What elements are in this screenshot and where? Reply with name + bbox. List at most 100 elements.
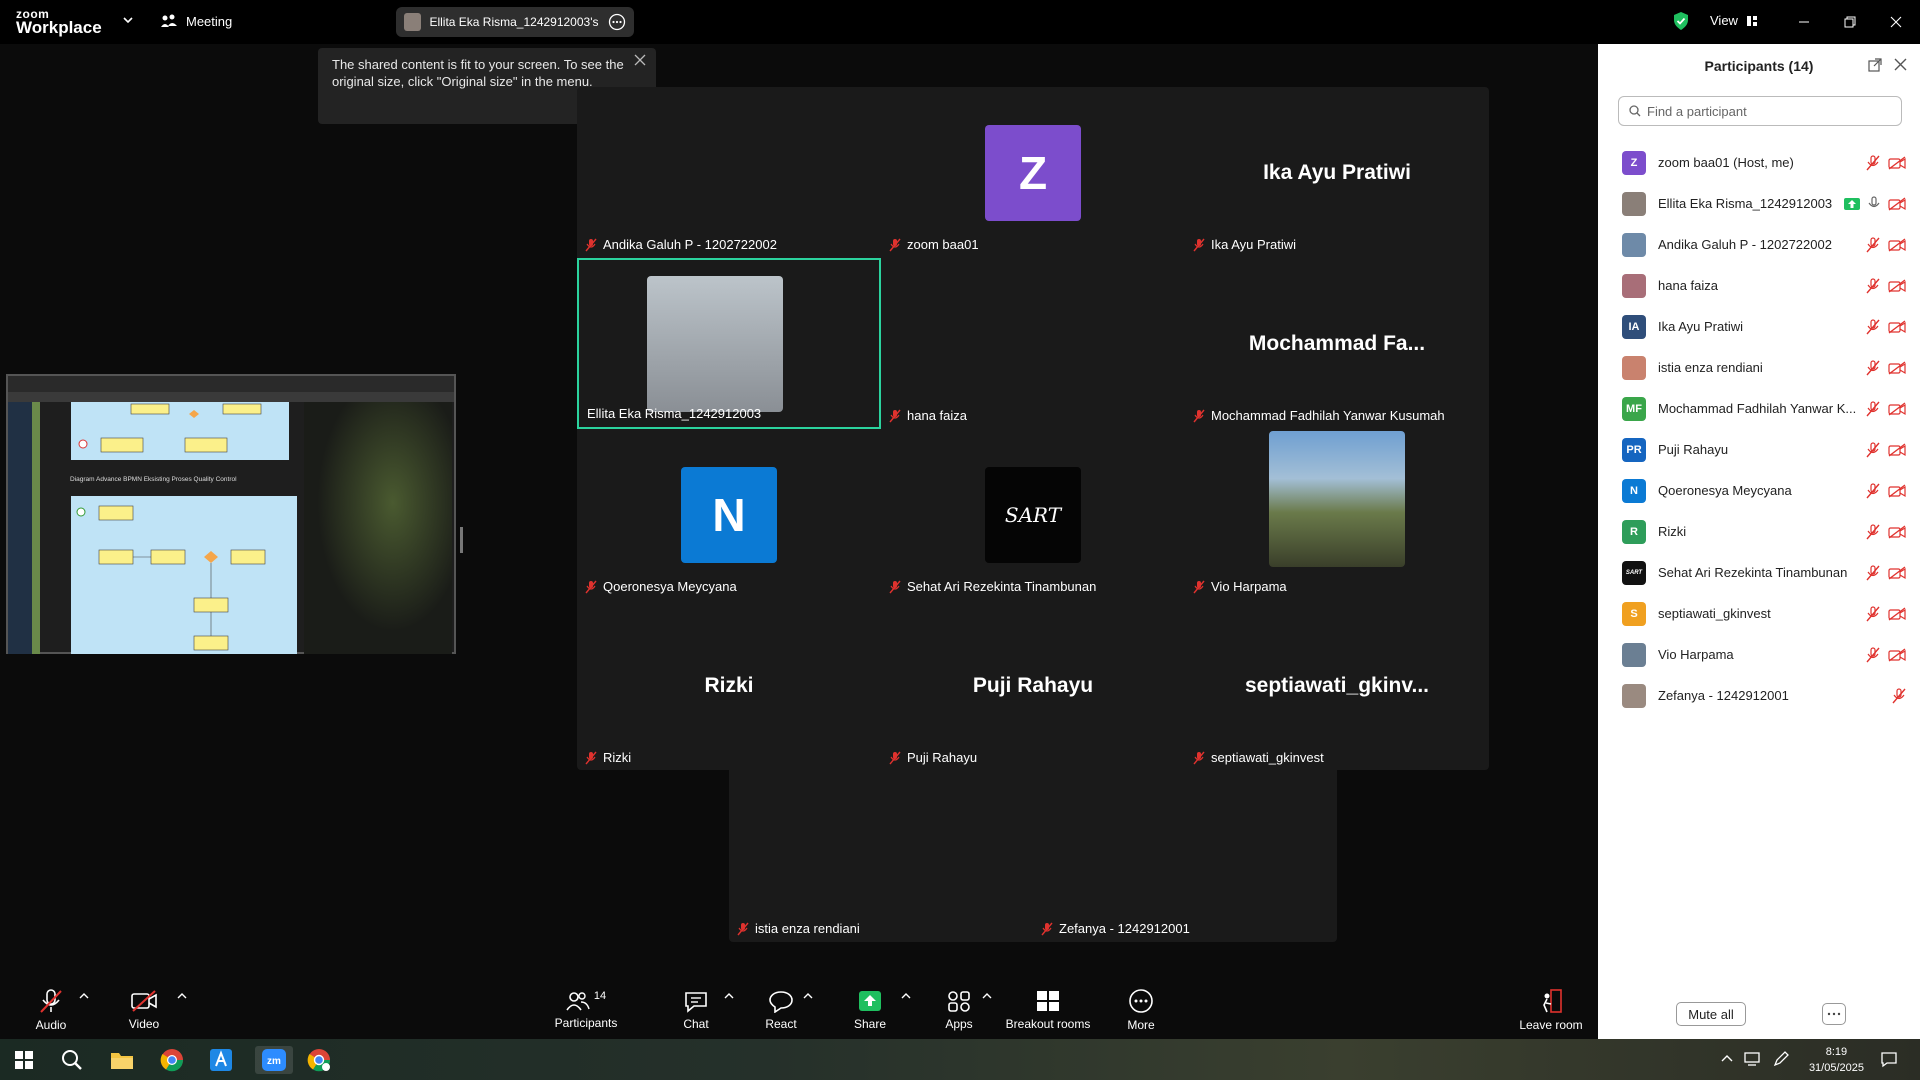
screen-share-pill[interactable]: Ellita Eka Risma_1242912003's scre: [396, 7, 634, 37]
panel-more-icon[interactable]: [1822, 1003, 1846, 1025]
participant-row[interactable]: MF Mochammad Fadhilah Yanwar K...: [1598, 388, 1920, 429]
participant-status-icons: [1866, 482, 1906, 499]
tile-display-name: Puji Rahayu: [972, 674, 1094, 697]
share-button[interactable]: Share: [825, 980, 915, 1039]
chat-button[interactable]: Chat: [651, 980, 741, 1039]
participant-row[interactable]: SART Sehat Ari Rezekinta Tinambunan: [1598, 552, 1920, 593]
breakout-rooms-icon: [1035, 989, 1061, 1013]
video-tile[interactable]: Mochammad Fa... Mochammad Fadhilah Yanwar…: [1185, 258, 1489, 429]
mic-muted-icon: [1193, 238, 1205, 252]
meeting-button[interactable]: Meeting: [160, 13, 232, 29]
participant-row[interactable]: PR Puji Rahayu: [1598, 429, 1920, 470]
camera-off-icon: [1888, 155, 1906, 170]
file-explorer-icon[interactable]: [108, 1046, 136, 1074]
video-tile[interactable]: Puji Rahayu Puji Rahayu: [881, 600, 1185, 771]
participant-row[interactable]: Sseptiawati_gkinvest: [1598, 593, 1920, 634]
participant-row[interactable]: Zzoom baa01 (Host, me): [1598, 142, 1920, 183]
tile-label-text: Puji Rahayu: [907, 750, 978, 765]
video-tile[interactable]: istia enza rendiani: [729, 771, 1033, 942]
chrome-icon[interactable]: [158, 1046, 186, 1074]
mic-muted-icon: [585, 580, 597, 594]
notifications-icon[interactable]: [1880, 1050, 1898, 1068]
zoom-taskbar-icon[interactable]: zm: [255, 1046, 293, 1074]
participant-row[interactable]: Ellita Eka Risma_1242912003: [1598, 183, 1920, 224]
apps-button[interactable]: Apps: [914, 980, 1004, 1039]
video-tile[interactable]: SART Sehat Ari Rezekinta Tinambunan: [881, 429, 1185, 600]
mic-muted-icon: [1866, 359, 1880, 376]
leave-room-button[interactable]: Leave room: [1506, 980, 1596, 1039]
participant-avatar: PR: [1622, 437, 1646, 462]
video-tile[interactable]: Zzoom baa01: [881, 87, 1185, 258]
mute-all-button[interactable]: Mute all: [1676, 1002, 1746, 1026]
shared-resize-handle[interactable]: [460, 527, 463, 553]
taskbar-clock[interactable]: 8:19 31/05/2025: [1809, 1044, 1864, 1076]
video-tile[interactable]: Andika Galuh P - 1202722002: [577, 87, 881, 258]
participant-row[interactable]: Andika Galuh P - 1202722002: [1598, 224, 1920, 265]
react-caret-icon[interactable]: [803, 992, 813, 1000]
participant-search-input[interactable]: Find a participant: [1618, 96, 1902, 126]
tile-name-label: Puji Rahayu: [889, 750, 977, 765]
video-caret-icon[interactable]: [177, 992, 187, 1000]
mic-muted-icon: [1866, 400, 1880, 417]
app-menu-chevron-icon[interactable]: [122, 14, 134, 26]
more-button[interactable]: More: [1096, 980, 1186, 1039]
participant-row[interactable]: N Qoeronesya Meycyana: [1598, 470, 1920, 511]
close-window-icon[interactable]: [1884, 10, 1908, 34]
tooltip-close-icon[interactable]: [634, 54, 646, 66]
video-tile[interactable]: Rizki Rizki: [577, 600, 881, 771]
network-icon[interactable]: [1744, 1051, 1762, 1067]
react-button[interactable]: React: [736, 980, 826, 1039]
close-panel-icon[interactable]: [1894, 58, 1907, 71]
camera-off-icon: [1888, 606, 1906, 621]
participants-button[interactable]: 14 Participants: [541, 980, 631, 1039]
video-tile[interactable]: Ika Ayu Pratiwi Ika Ayu Pratiwi: [1185, 87, 1489, 258]
participant-row[interactable]: hana faiza: [1598, 265, 1920, 306]
participant-row[interactable]: IA Ika Ayu Pratiwi: [1598, 306, 1920, 347]
chrome-profile-icon[interactable]: [305, 1046, 333, 1074]
tile-label-text: Rizki: [603, 750, 632, 765]
participant-name: Vio Harpama: [1658, 647, 1734, 662]
tile-display-name: Rizki: [704, 674, 754, 697]
minimize-icon[interactable]: [1792, 10, 1816, 34]
video-tile[interactable]: Zefanya - 1242912001: [1033, 771, 1337, 942]
security-shield-icon[interactable]: [1672, 11, 1690, 31]
tile-label-text: septiawati_gkinvest: [1211, 750, 1324, 765]
participant-row[interactable]: R Rizki: [1598, 511, 1920, 552]
apps-caret-icon[interactable]: [982, 992, 992, 1000]
windows-start-icon[interactable]: [10, 1046, 38, 1074]
tile-name-label: Ellita Eka Risma_1242912003: [587, 406, 761, 421]
share-options-icon[interactable]: [608, 13, 626, 31]
diagram-heading: Diagram Advance BPMN Eksisting Proses Qu…: [70, 476, 237, 483]
popout-icon[interactable]: [1868, 58, 1882, 72]
video-tile[interactable]: N Qoeronesya Meycyana: [577, 429, 881, 600]
leave-room-label: Leave room: [1519, 1017, 1583, 1032]
participant-row[interactable]: Vio Harpama: [1598, 634, 1920, 675]
breakout-rooms-button[interactable]: Breakout rooms: [998, 980, 1098, 1039]
video-tile[interactable]: hana faiza: [881, 258, 1185, 429]
video-button[interactable]: Video: [99, 980, 189, 1039]
video-tile[interactable]: Vio Harpama: [1185, 429, 1489, 600]
restore-icon[interactable]: [1838, 10, 1862, 34]
camera-off-icon: [1888, 319, 1906, 334]
audio-button[interactable]: Audio: [6, 980, 96, 1039]
camera-off-icon: [1888, 442, 1906, 457]
tray-chevron-icon[interactable]: [1720, 1053, 1734, 1063]
view-button[interactable]: View: [1710, 13, 1758, 28]
tile-label-text: Andika Galuh P - 1202722002: [603, 237, 777, 252]
shared-screen-view[interactable]: Diagram Advance BPMN Eksisting Proses Qu…: [6, 374, 456, 654]
chat-caret-icon[interactable]: [724, 992, 734, 1000]
mic-muted-icon: [585, 751, 597, 765]
pen-icon[interactable]: [1772, 1050, 1790, 1068]
mic-muted-icon: [1866, 318, 1880, 335]
tile-label-text: Zefanya - 1242912001: [1059, 921, 1190, 936]
video-tile[interactable]: Ellita Eka Risma_1242912003: [577, 258, 881, 429]
video-tile[interactable]: septiawati_gkinv... septiawati_gkinvest: [1185, 600, 1489, 771]
share-caret-icon[interactable]: [901, 992, 911, 1000]
participant-row[interactable]: Zefanya - 1242912001: [1598, 675, 1920, 716]
participant-row[interactable]: istia enza rendiani: [1598, 347, 1920, 388]
audio-caret-icon[interactable]: [79, 992, 89, 1000]
participant-name: Puji Rahayu: [1658, 442, 1729, 457]
azure-app-icon[interactable]: [207, 1046, 235, 1074]
mic-muted-icon: [1866, 564, 1880, 581]
taskbar-search-icon[interactable]: [58, 1046, 86, 1074]
